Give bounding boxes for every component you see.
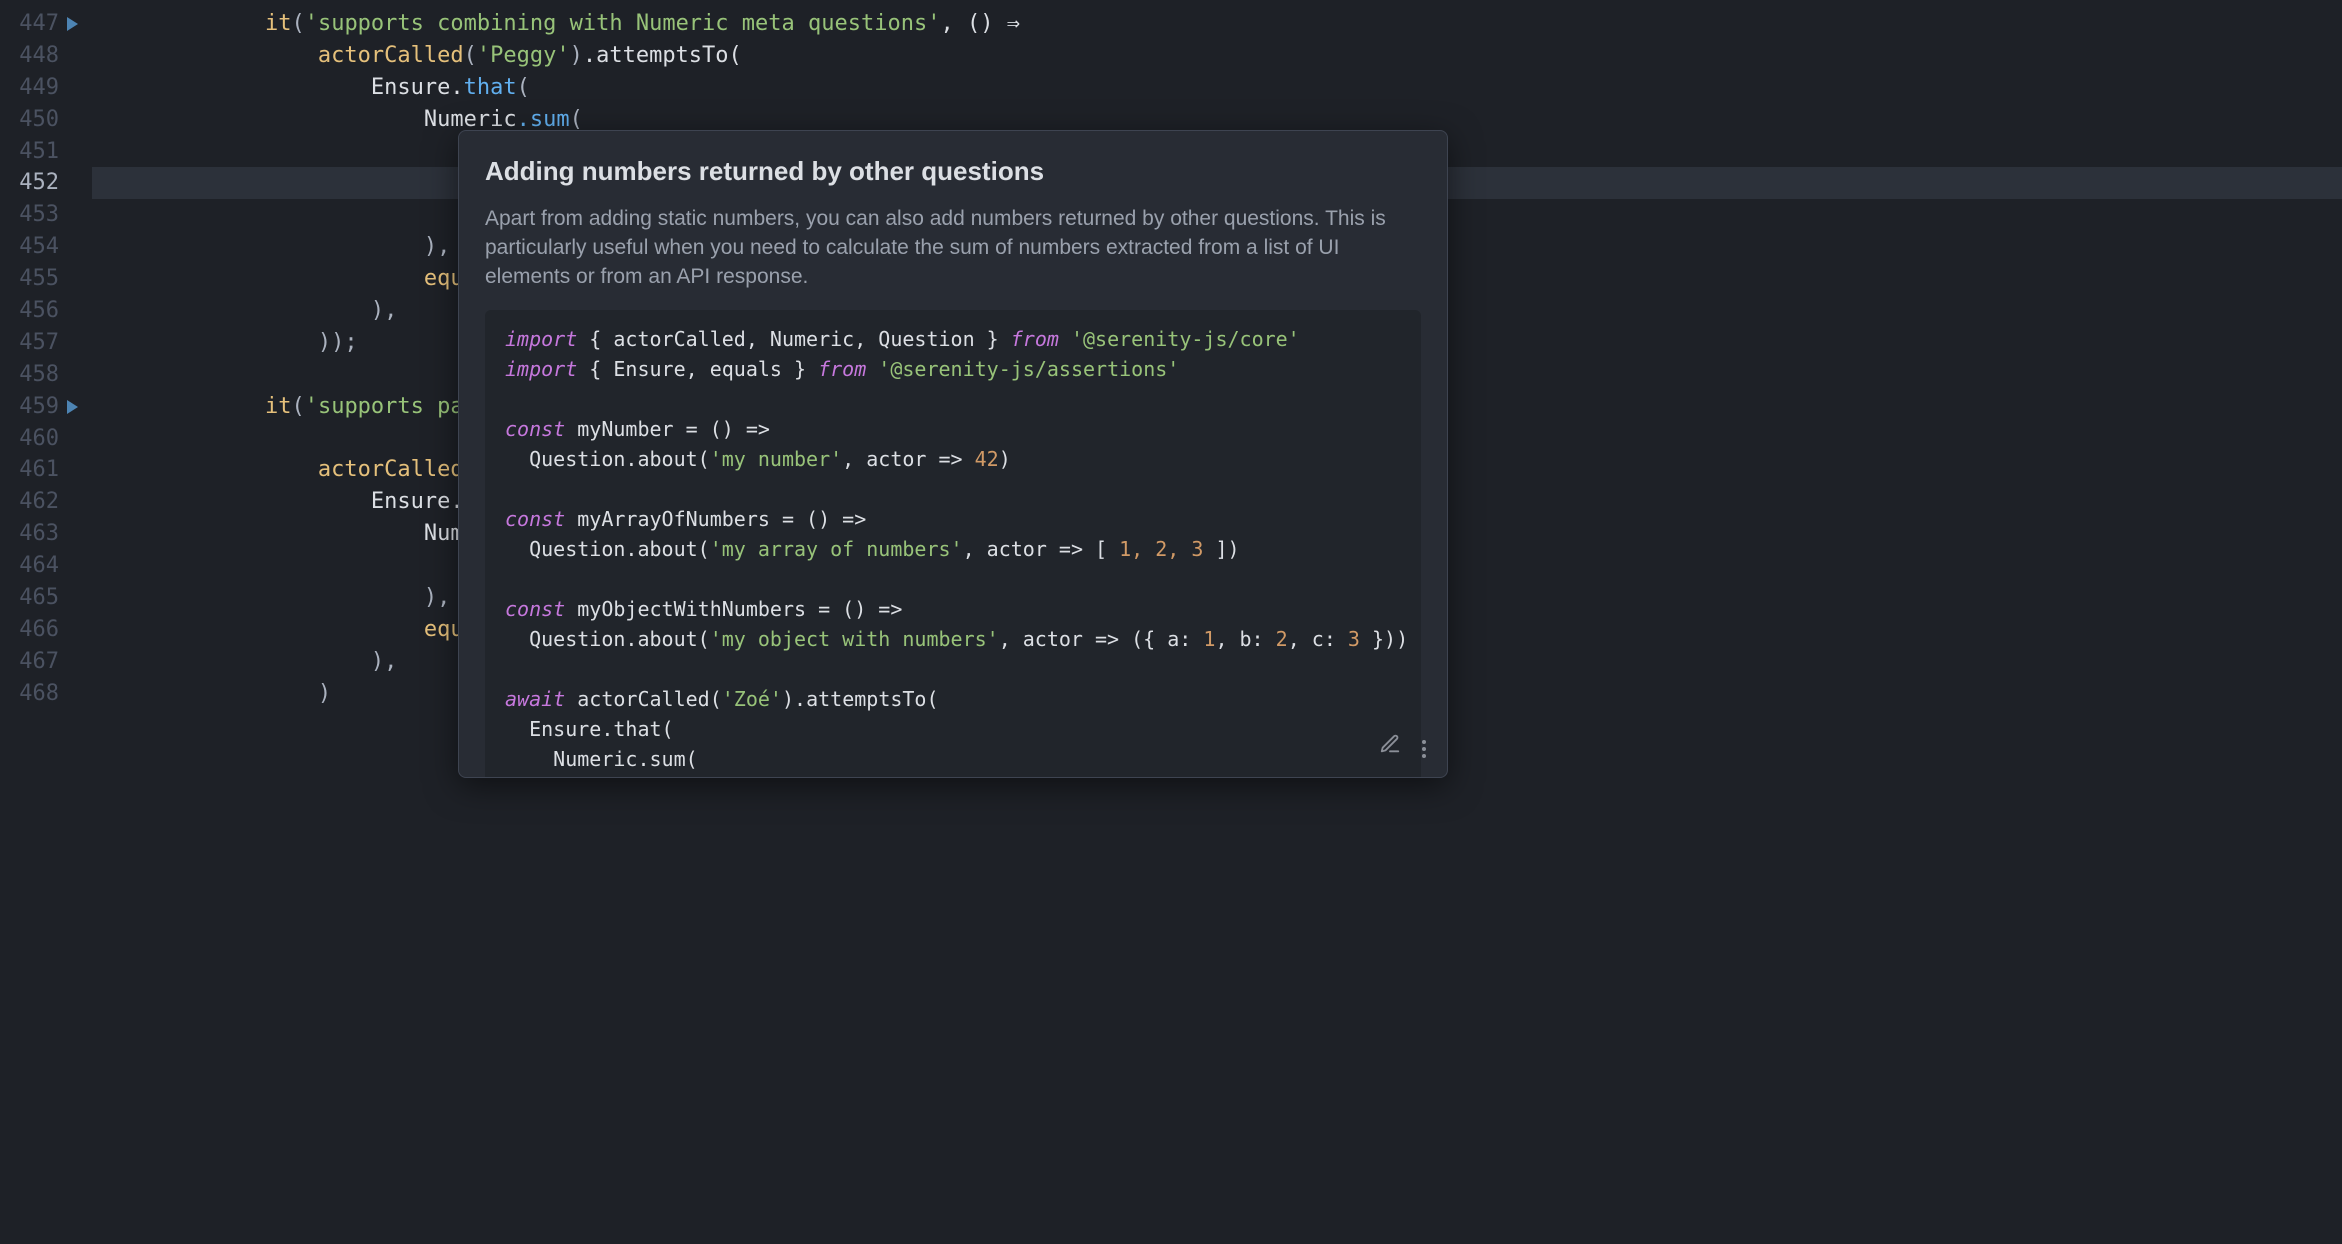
gutter-line[interactable]: 461 bbox=[0, 454, 84, 486]
gutter-line[interactable]: 456 bbox=[0, 295, 84, 327]
more-icon[interactable] bbox=[1417, 740, 1431, 758]
line-number: 460 bbox=[19, 423, 59, 455]
gutter-line[interactable]: 447 bbox=[0, 8, 84, 40]
code-sample-line: Question.about('my number', actor => 42) bbox=[505, 444, 1401, 474]
line-number: 451 bbox=[19, 136, 59, 168]
code-sample-line bbox=[505, 654, 1401, 684]
line-number: 450 bbox=[19, 104, 59, 136]
gutter-line[interactable]: 458 bbox=[0, 359, 84, 391]
gutter-line[interactable]: 450 bbox=[0, 104, 84, 136]
hover-code-sample: import { actorCalled, Numeric, Question … bbox=[485, 310, 1421, 778]
line-number: 462 bbox=[19, 486, 59, 518]
gutter-line[interactable]: 452 bbox=[0, 167, 84, 199]
gutter-line[interactable]: 465 bbox=[0, 582, 84, 614]
gutter-line[interactable]: 464 bbox=[0, 550, 84, 582]
code-sample-line: Question.about('my array of numbers', ac… bbox=[505, 534, 1401, 564]
code-sample-line: const myArrayOfNumbers = () => bbox=[505, 504, 1401, 534]
gutter-line[interactable]: 463 bbox=[0, 518, 84, 550]
documentation-hover-popup[interactable]: Adding numbers returned by other questio… bbox=[458, 130, 1448, 778]
gutter-line[interactable]: 459 bbox=[0, 391, 84, 423]
code-sample-line: const myObjectWithNumbers = () => bbox=[505, 594, 1401, 624]
code-sample-line: const myNumber = () => bbox=[505, 414, 1401, 444]
code-sample-line: Question.about('my object with numbers',… bbox=[505, 624, 1401, 654]
code-sample-line: myNumber(), // a question returning a nu… bbox=[505, 774, 1401, 778]
code-sample-line: await actorCalled('Zoé').attemptsTo( bbox=[505, 684, 1401, 714]
edit-icon[interactable] bbox=[1379, 733, 1401, 765]
gutter: 4474484494504514524534544554564574584594… bbox=[0, 0, 92, 1244]
line-number: 448 bbox=[19, 40, 59, 72]
gutter-line[interactable]: 448 bbox=[0, 40, 84, 72]
line-number: 456 bbox=[19, 295, 59, 327]
line-number: 459 bbox=[19, 391, 59, 423]
run-icon[interactable] bbox=[67, 17, 78, 31]
line-number: 454 bbox=[19, 231, 59, 263]
gutter-line[interactable]: 453 bbox=[0, 199, 84, 231]
gutter-line[interactable]: 457 bbox=[0, 327, 84, 359]
gutter-line[interactable]: 462 bbox=[0, 486, 84, 518]
gutter-line[interactable]: 451 bbox=[0, 136, 84, 168]
code-sample-line: import { actorCalled, Numeric, Question … bbox=[505, 324, 1401, 354]
gutter-line[interactable]: 454 bbox=[0, 231, 84, 263]
line-number: 463 bbox=[19, 518, 59, 550]
code-sample-line: import { Ensure, equals } from '@serenit… bbox=[505, 354, 1401, 384]
line-number: 465 bbox=[19, 582, 59, 614]
code-sample-line bbox=[505, 384, 1401, 414]
hover-actions bbox=[1379, 733, 1431, 765]
gutter-line[interactable]: 460 bbox=[0, 423, 84, 455]
code-sample-line: Numeric.sum( bbox=[505, 744, 1401, 774]
gutter-line[interactable]: 466 bbox=[0, 614, 84, 646]
line-number: 464 bbox=[19, 550, 59, 582]
line-number: 453 bbox=[19, 199, 59, 231]
code-line[interactable]: actorCalled('Peggy').attemptsTo( bbox=[92, 40, 2342, 72]
line-number: 455 bbox=[19, 263, 59, 295]
line-number: 467 bbox=[19, 646, 59, 678]
gutter-line[interactable]: 468 bbox=[0, 678, 84, 710]
code-sample-line bbox=[505, 564, 1401, 594]
line-number: 468 bbox=[19, 678, 59, 710]
gutter-line[interactable]: 455 bbox=[0, 263, 84, 295]
gutter-line[interactable]: 467 bbox=[0, 646, 84, 678]
code-sample-line: Ensure.that( bbox=[505, 714, 1401, 744]
run-icon[interactable] bbox=[67, 400, 78, 414]
code-line[interactable]: it('supports combining with Numeric meta… bbox=[92, 8, 2342, 40]
gutter-line[interactable]: 449 bbox=[0, 72, 84, 104]
hover-description: Apart from adding static numbers, you ca… bbox=[485, 205, 1421, 292]
code-sample-line bbox=[505, 474, 1401, 504]
line-number: 466 bbox=[19, 614, 59, 646]
line-number: 457 bbox=[19, 327, 59, 359]
line-number: 449 bbox=[19, 72, 59, 104]
line-number: 461 bbox=[19, 454, 59, 486]
line-number: 447 bbox=[19, 8, 59, 40]
line-number: 458 bbox=[19, 359, 59, 391]
hover-title: Adding numbers returned by other questio… bbox=[485, 153, 1421, 191]
code-line[interactable]: Ensure.that( bbox=[92, 72, 2342, 104]
line-number: 452 bbox=[19, 167, 59, 199]
